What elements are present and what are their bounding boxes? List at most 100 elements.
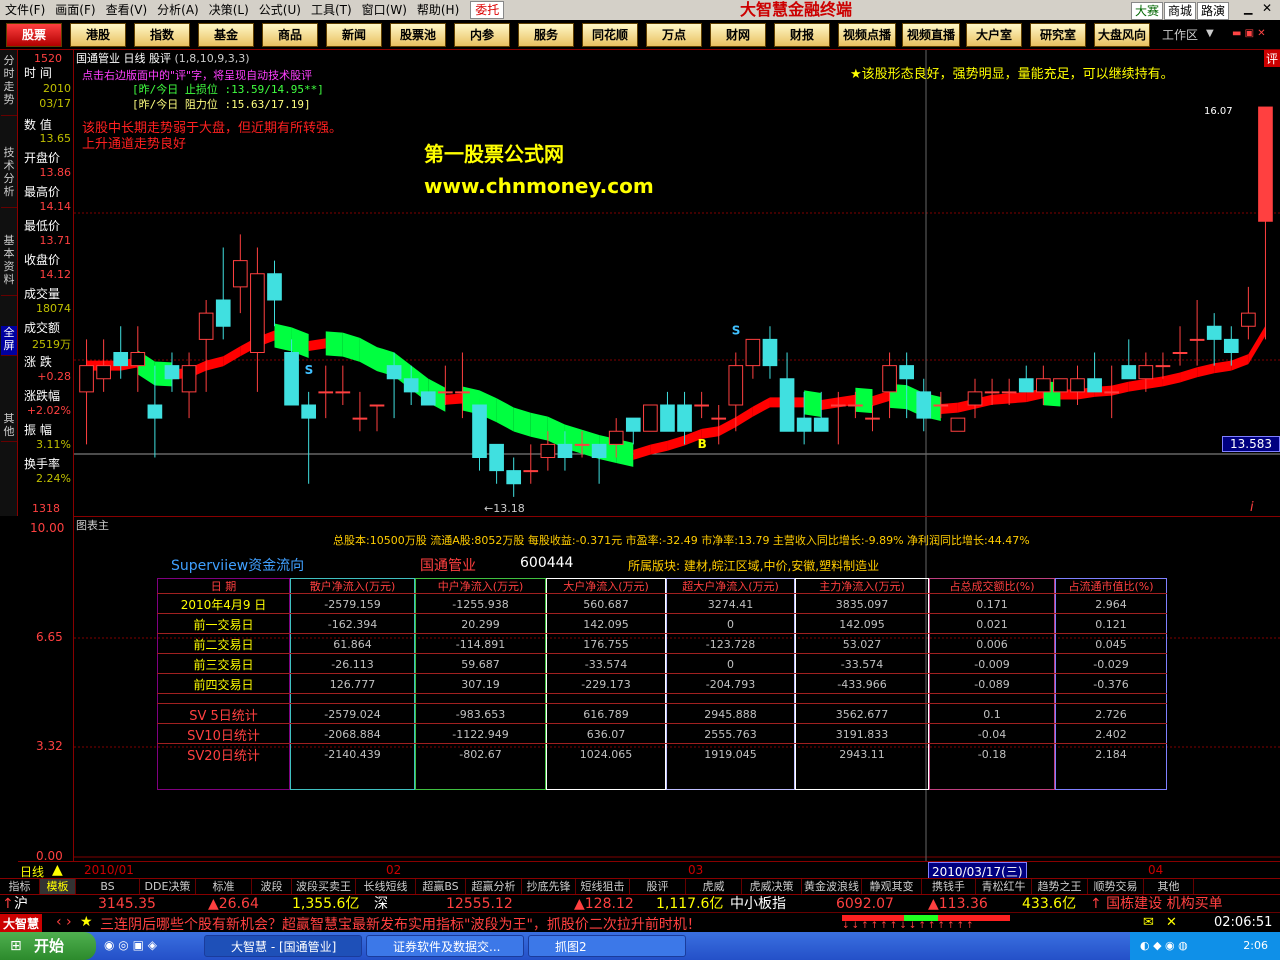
tab-other[interactable]: 其他: [1, 412, 17, 442]
ticker-logo[interactable]: 大智慧: [0, 914, 43, 933]
table-cell: SV20日统计: [187, 748, 260, 764]
menu-item[interactable]: 公式(U): [254, 0, 306, 20]
indicator-tab[interactable]: 模板: [40, 879, 76, 894]
table-row: SV20日统计 -2140.439 -802.67 1024.065 1919.045 2…: [157, 744, 1167, 764]
nav-button[interactable]: 基金: [198, 23, 254, 47]
menu-item[interactable]: 文件(F): [0, 0, 50, 20]
year-value: 2010: [43, 82, 71, 95]
indicator-tab[interactable]: 顺势交易: [1088, 879, 1144, 894]
window-controls-icon[interactable]: ▬ ▣ ✕: [1232, 28, 1266, 39]
task-capture[interactable]: 抓图2: [528, 935, 686, 957]
indicator-tab[interactable]: 波段买卖王: [292, 879, 356, 894]
indicator-tab[interactable]: 指标: [0, 879, 40, 894]
candle-body: [643, 404, 658, 432]
task-dazhihui[interactable]: 大智慧 - [国通管业]: [204, 935, 362, 957]
cross-icon[interactable]: ✕: [1166, 915, 1177, 930]
nav-button[interactable]: 视频点播: [838, 23, 896, 47]
kline-chart[interactable]: SBS 国通管业 日线 股评 (1,8,10,9,3,3) 1520 点击右边版…: [32, 50, 1280, 516]
indicator-tab[interactable]: 长线短线: [356, 879, 416, 894]
nav-button[interactable]: 万点: [646, 23, 702, 47]
nav-button[interactable]: 商品: [262, 23, 318, 47]
indicator-tab[interactable]: 波段: [252, 879, 292, 894]
table-cell: 2.184: [1095, 747, 1127, 761]
tab-fundamentals[interactable]: 基本资料: [1, 234, 17, 296]
nav-button[interactable]: 大户室: [966, 23, 1022, 47]
nav-button[interactable]: 服务: [518, 23, 574, 47]
indicator-tab[interactable]: 青松红牛: [976, 879, 1032, 894]
menu-item[interactable]: 画面(F): [50, 0, 100, 20]
nav-button[interactable]: 港股: [70, 23, 126, 47]
nav-button[interactable]: 股票: [6, 23, 62, 47]
indicator-tab[interactable]: 黄金波浪线: [802, 879, 862, 894]
fundamentals-line: 总股本:10500万股 流通A股:8052万股 每股收益:-0.371元 市盈率…: [333, 534, 1030, 547]
flow-stock-code: 600444: [520, 555, 574, 571]
nav-button[interactable]: 指数: [134, 23, 190, 47]
nav-button[interactable]: 大盘风向: [1094, 23, 1150, 47]
indicator-tab[interactable]: 趋势之王: [1032, 879, 1088, 894]
mail-icon[interactable]: ✉: [1143, 915, 1154, 930]
nav-button[interactable]: 新闻: [326, 23, 382, 47]
indicator-tab[interactable]: 短线狙击: [576, 879, 630, 894]
indicator-name[interactable]: 股评: [149, 52, 171, 65]
candle-body: [813, 417, 829, 432]
ticker-message[interactable]: 三连阴后哪些个股有新机会？超赢智慧宝最新发布实用指标"波段为王"，抓股价二次拉升…: [100, 914, 701, 934]
indicator-tab[interactable]: 虎威决策: [742, 879, 802, 894]
candle-body: [318, 391, 334, 394]
indicator-tab[interactable]: 虎威: [686, 879, 742, 894]
tab-technical[interactable]: 技术分析: [1, 146, 17, 208]
col-header: 日 期: [210, 580, 237, 593]
menu-item[interactable]: 工具(T): [306, 0, 357, 20]
candle-body: [267, 273, 282, 301]
close-icon[interactable]: ✕: [1262, 1, 1272, 15]
indicator-tab[interactable]: 标准: [196, 879, 252, 894]
nav-button[interactable]: 内参: [454, 23, 510, 47]
menu-item[interactable]: 决策(L): [204, 0, 254, 20]
ma-band-segment: [1248, 325, 1266, 365]
sub-title: 图表主: [76, 519, 109, 532]
indicator-tab[interactable]: BS: [76, 879, 140, 894]
task-browser[interactable]: 证券软件及数据交...: [366, 935, 524, 957]
indicator-tab[interactable]: 静观其变: [862, 879, 922, 894]
sme-amount: 433.6亿: [1022, 896, 1077, 912]
roadshow-button[interactable]: 路演: [1197, 2, 1230, 20]
news-ticker[interactable]: ↑ 国栋建设 机构买单: [1090, 895, 1223, 913]
nav-button[interactable]: 同花顺: [582, 23, 638, 47]
menu-item[interactable]: 分析(A): [152, 0, 204, 20]
nav-button[interactable]: 财报: [774, 23, 830, 47]
nav-button[interactable]: 研究室: [1030, 23, 1086, 47]
entrust-button[interactable]: 委托: [470, 1, 505, 19]
table-cell: 2.964: [1095, 597, 1127, 611]
contest-button[interactable]: 大赛: [1131, 2, 1164, 20]
tab-intraday[interactable]: 分时走势: [1, 54, 17, 116]
info-icon[interactable]: i: [1250, 500, 1254, 515]
nav-button[interactable]: 财网: [710, 23, 766, 47]
chevron-down-icon[interactable]: ▼: [1206, 28, 1214, 39]
quicklaunch-icons[interactable]: ◉ ◎ ▣ ◈: [104, 938, 157, 952]
menu-item[interactable]: 窗口(W): [357, 0, 412, 20]
amount-label: 成交额: [24, 321, 61, 335]
workspace-button[interactable]: 工作区: [1162, 26, 1198, 43]
indicator-tab[interactable]: 股评: [630, 879, 686, 894]
tray-icons[interactable]: ◐ ◆ ◉ ◍: [1140, 939, 1188, 952]
ticker-arrows-icon[interactable]: ‹ ›: [56, 914, 72, 930]
indicator-tab[interactable]: 超赢分析: [466, 879, 522, 894]
indicator-tab[interactable]: 抄底先锋: [522, 879, 576, 894]
nav-button[interactable]: 视频直播: [902, 23, 960, 47]
table-cell: SV 5日统计: [189, 708, 258, 724]
review-icon[interactable]: 评: [1264, 50, 1280, 67]
indicator-tab[interactable]: 其他: [1144, 879, 1194, 894]
tab-fullscreen[interactable]: 全屏: [1, 326, 17, 356]
sz-index: 12555.12: [446, 896, 513, 912]
indicator-tab[interactable]: DDE决策: [140, 879, 196, 894]
candle-body: [1223, 338, 1239, 353]
indicator-tab[interactable]: 超赢BS: [416, 879, 466, 894]
nav-button[interactable]: 股票池: [390, 23, 446, 47]
mall-button[interactable]: 商城: [1164, 2, 1197, 20]
minimize-icon[interactable]: ▁: [1244, 2, 1252, 15]
menu-item[interactable]: 查看(V): [101, 0, 153, 20]
sub-axis-mid2: 3.32: [36, 739, 63, 753]
table-spacer: [157, 694, 1167, 704]
menu-item[interactable]: 帮助(H): [412, 0, 464, 20]
candle-body: [523, 470, 539, 473]
indicator-tab[interactable]: 携钱手: [922, 879, 976, 894]
